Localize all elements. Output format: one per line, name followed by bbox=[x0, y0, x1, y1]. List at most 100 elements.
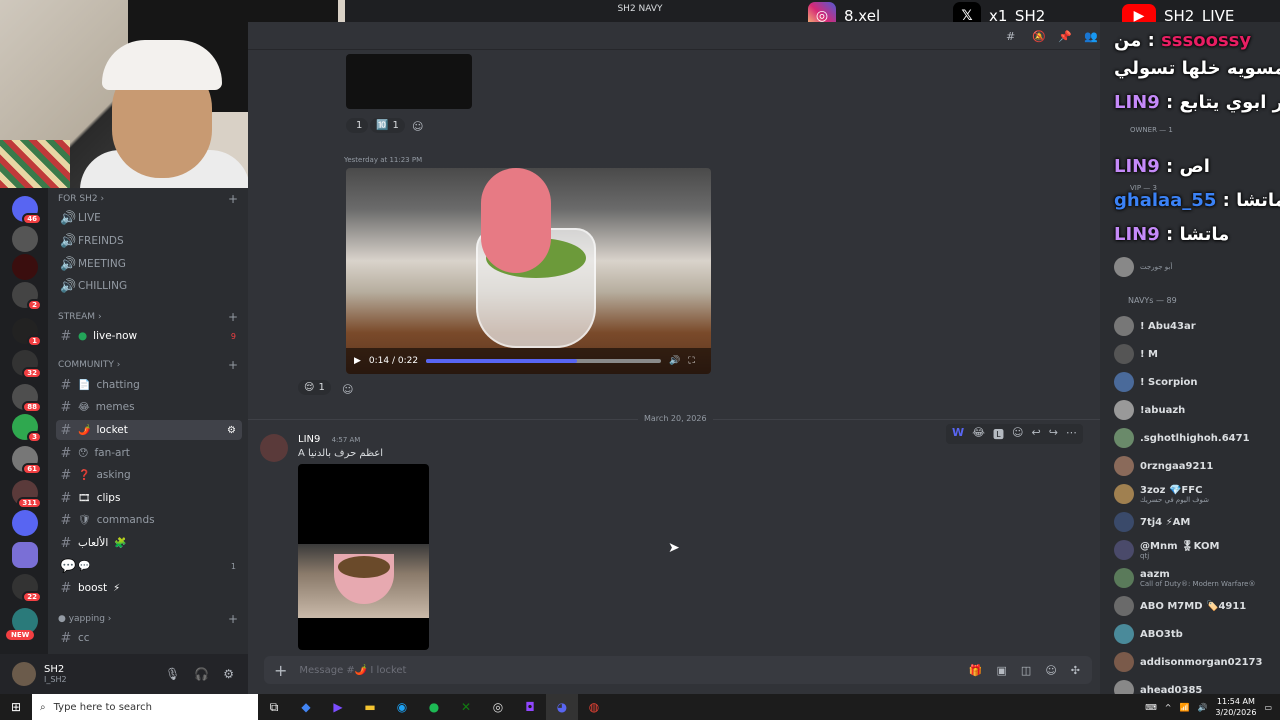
emoji-reaction-icon[interactable]: 😂 bbox=[972, 426, 985, 442]
server-icon[interactable]: 46 bbox=[12, 196, 42, 225]
headphones-icon[interactable]: 🎧 bbox=[194, 667, 209, 681]
user-info[interactable]: SH2 I_SH2 bbox=[44, 664, 67, 684]
server-icon[interactable]: 2 bbox=[12, 282, 42, 311]
spotify-icon[interactable]: ● bbox=[418, 694, 450, 720]
word-reaction-icon[interactable]: W bbox=[952, 426, 964, 442]
server-icon[interactable]: 311 bbox=[12, 480, 42, 509]
server-icon[interactable]: 32 bbox=[12, 350, 42, 379]
category-stream[interactable]: STREAM › bbox=[58, 312, 102, 322]
image-attachment[interactable] bbox=[298, 464, 429, 650]
member-item[interactable]: ahead0385 bbox=[1114, 678, 1274, 694]
windows-start-icon[interactable]: ⊞ bbox=[0, 694, 32, 720]
sticker-icon[interactable]: ◫ bbox=[1021, 664, 1031, 677]
voice-channel-chilling[interactable]: 🔊 CHILLING bbox=[56, 276, 242, 296]
server-icon[interactable] bbox=[12, 254, 38, 280]
gear-icon[interactable]: ⚙ bbox=[223, 667, 234, 681]
add-attachment-icon[interactable]: + bbox=[274, 661, 287, 680]
server-icon[interactable]: 61 bbox=[12, 446, 42, 475]
gift-icon[interactable]: 🎁 bbox=[969, 664, 983, 677]
voice-channel-meeting[interactable]: 🔊 MEETING bbox=[56, 254, 242, 274]
member-item[interactable]: ! Abu43ar bbox=[1114, 314, 1274, 338]
twitch-icon[interactable]: ◘ bbox=[514, 694, 546, 720]
member-item[interactable]: !abuazh bbox=[1114, 398, 1274, 422]
server-icon[interactable] bbox=[12, 510, 38, 536]
edge-icon[interactable]: ◉ bbox=[386, 694, 418, 720]
voice-channel-freinds[interactable]: 🔊 FREINDS bbox=[56, 231, 242, 251]
channel-memes[interactable]: # 😂 memes bbox=[56, 397, 242, 417]
notifications-icon[interactable]: ▭ bbox=[1264, 703, 1272, 712]
member-item[interactable]: 3zoz 💎FFC شوف اليوم في حسريك bbox=[1114, 482, 1274, 506]
member-item[interactable]: ABO M7MD 🏷️4911 bbox=[1114, 594, 1274, 618]
add-reaction-icon[interactable]: ☺ bbox=[1012, 426, 1023, 442]
channel-boost[interactable]: # boost ⚡ bbox=[56, 578, 242, 598]
threads-icon[interactable]: # bbox=[1006, 30, 1018, 43]
fullscreen-icon[interactable]: ⛶ bbox=[688, 356, 694, 366]
member-item[interactable]: ! M bbox=[1114, 342, 1274, 366]
reaction[interactable]: 1 bbox=[346, 118, 369, 133]
gif-icon[interactable]: ▣ bbox=[997, 664, 1007, 677]
chevron-up-icon[interactable]: ^ bbox=[1165, 703, 1172, 712]
volume-icon[interactable]: 🔊 bbox=[669, 356, 680, 366]
clock[interactable]: 11:54 AM 3/20/2026 bbox=[1215, 696, 1256, 718]
member-item[interactable]: ABO3tb bbox=[1114, 622, 1274, 646]
add-channel-icon[interactable]: + bbox=[228, 612, 238, 626]
settings-icon[interactable]: ⚙ bbox=[227, 425, 236, 436]
member-item[interactable]: addisonmorgan02173 bbox=[1114, 650, 1274, 674]
keyboard-icon[interactable]: ⌨ bbox=[1145, 703, 1157, 712]
member-item[interactable]: @Mnm 🎖KOM qtj bbox=[1114, 538, 1274, 562]
add-channel-icon[interactable]: + bbox=[228, 192, 238, 206]
discord-icon[interactable]: ◕ bbox=[546, 694, 578, 720]
chrome-icon[interactable]: ◍ bbox=[578, 694, 610, 720]
obs-icon[interactable]: ◎ bbox=[482, 694, 514, 720]
server-icon[interactable]: 88 bbox=[12, 384, 42, 413]
emoji-picker-icon[interactable]: ☺ bbox=[1045, 664, 1056, 677]
channel-chatting[interactable]: # 📄 chatting bbox=[56, 375, 242, 395]
channel-commands[interactable]: # 🛡 commands bbox=[56, 510, 242, 530]
server-icon[interactable] bbox=[12, 226, 38, 252]
more-icon[interactable]: ⋯ bbox=[1066, 426, 1077, 442]
message-input[interactable]: + Message #🌶️ I locket 🎁 ▣ ◫ ☺ ✣ bbox=[264, 656, 1092, 684]
add-reaction-icon[interactable]: ☺ bbox=[412, 120, 423, 133]
channel-forum[interactable]: 💬 💬 1 bbox=[56, 556, 242, 576]
category-server[interactable]: FOR SH2 › bbox=[58, 194, 104, 204]
volume-icon[interactable]: 🔊 bbox=[1197, 703, 1207, 712]
reply-icon[interactable]: ↩ bbox=[1031, 426, 1040, 442]
channel-asking[interactable]: # ❓ asking bbox=[56, 465, 242, 485]
play-store-icon[interactable]: ▶ bbox=[322, 694, 354, 720]
wifi-icon[interactable]: 📶 bbox=[1179, 703, 1189, 712]
channel-cc[interactable]: # cc bbox=[56, 628, 242, 648]
channel-locket[interactable]: # 🌶️ locket ⚙ bbox=[56, 420, 242, 440]
add-reaction-icon[interactable]: ☺ bbox=[342, 383, 353, 396]
play-icon[interactable]: ▶ bbox=[354, 356, 361, 366]
message-author[interactable]: LIN9 bbox=[298, 434, 320, 445]
member-item[interactable]: ! Scorpion bbox=[1114, 370, 1274, 394]
channel-games[interactable]: # الألعاب 🧩 bbox=[56, 533, 242, 553]
member-item[interactable]: .sghotlhighoh.6471 bbox=[1114, 426, 1274, 450]
forward-icon[interactable]: ↪ bbox=[1049, 426, 1058, 442]
members-icon[interactable]: 👥 bbox=[1084, 30, 1098, 43]
previous-attachment[interactable] bbox=[346, 54, 472, 109]
avatar[interactable] bbox=[260, 434, 288, 462]
reaction[interactable]: 😌 1 bbox=[298, 380, 331, 395]
taskbar-search[interactable]: ⌕ Type here to search bbox=[32, 694, 258, 720]
avatar[interactable] bbox=[12, 662, 36, 686]
add-channel-icon[interactable]: + bbox=[228, 358, 238, 372]
server-icon[interactable]: 1 bbox=[12, 318, 42, 347]
category-yapping[interactable]: ● yapping › bbox=[58, 614, 111, 624]
video-attachment[interactable]: ▶ 0:14 / 0:22 🔊 ⛶ bbox=[346, 168, 711, 374]
task-view-icon[interactable]: ⧉ bbox=[258, 694, 290, 720]
xbox-icon[interactable]: ✕ bbox=[450, 694, 482, 720]
category-community[interactable]: COMMUNITY › bbox=[58, 360, 120, 370]
server-rail[interactable]: 46 2 1 32 88 3 61 311 22 NEW bbox=[0, 188, 48, 694]
server-icon[interactable]: 3 bbox=[12, 414, 42, 443]
reaction[interactable]: 🔟 1 bbox=[370, 118, 405, 133]
member-item[interactable]: 7tj4 ⚡AM bbox=[1114, 510, 1274, 534]
add-channel-icon[interactable]: + bbox=[228, 310, 238, 324]
channel-live-now[interactable]: # ● live-now 9 bbox=[56, 326, 242, 346]
letter-reaction-icon[interactable]: 🅻 bbox=[993, 426, 1004, 442]
file-explorer-icon[interactable]: ▬ bbox=[354, 694, 386, 720]
member-item[interactable]: aazm Call of Duty®: Modern Warfare® bbox=[1114, 566, 1274, 590]
member-item[interactable]: 0rzngaa9211 bbox=[1114, 454, 1274, 478]
pin-icon[interactable]: 📌 bbox=[1058, 30, 1072, 43]
channel-clips[interactable]: # 🎞 clips bbox=[56, 488, 242, 508]
